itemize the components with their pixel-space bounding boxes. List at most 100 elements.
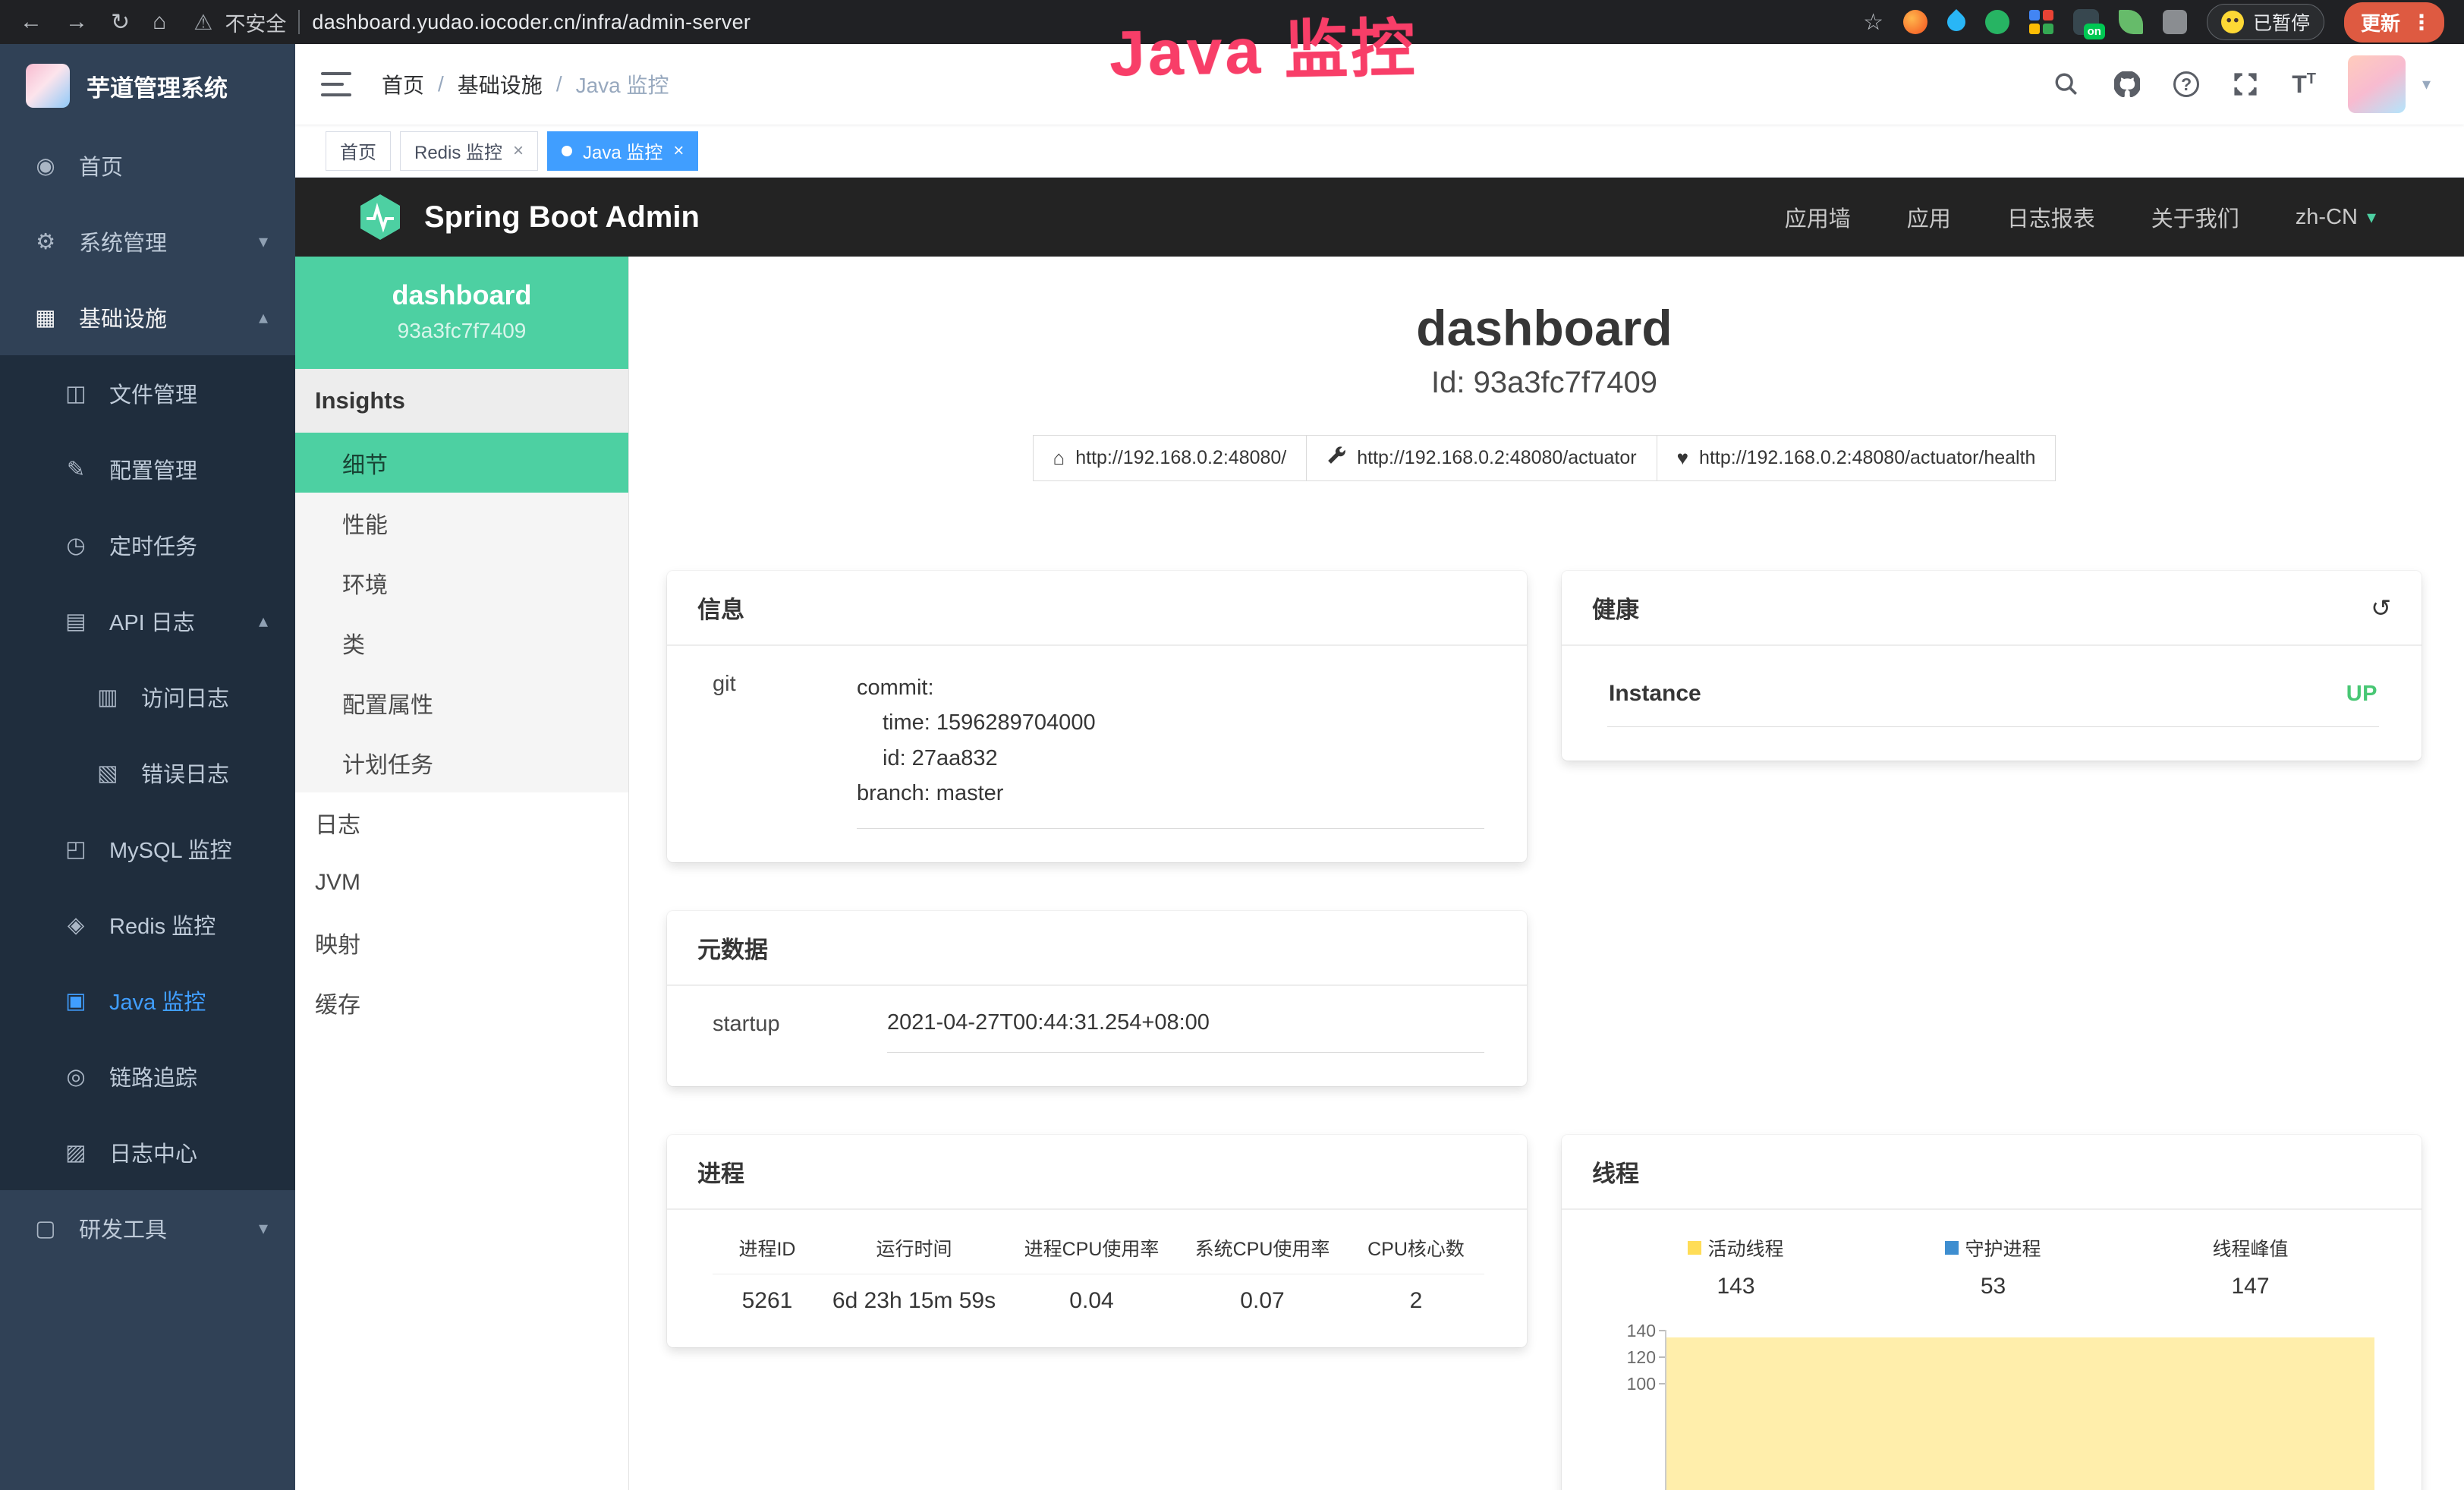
main-row: 芋道管理系统 ◉ 首页 ⚙ 系统管理 ▾ ▦ 基础设施 ▴ ◫ 文件管理 (0, 44, 2464, 1490)
page-title: dashboard (667, 299, 2422, 357)
security-warning-label: 不安全 (225, 8, 286, 37)
sba-brand-title[interactable]: Spring Boot Admin (424, 200, 700, 235)
sidebar-item-config[interactable]: ✎ 配置管理 (0, 431, 295, 507)
process-card-body: 进程ID 运行时间 进程CPU使用率 系统CPU使用率 CPU核心数 5261 … (667, 1210, 1527, 1347)
fullscreen-icon[interactable] (2231, 70, 2260, 99)
sidebar-item-file[interactable]: ◫ 文件管理 (0, 355, 295, 431)
sba-item-mappings[interactable]: 映射 (295, 912, 628, 972)
content-column: 首页 / 基础设施 / Java 监控 ? TT (295, 44, 2464, 1490)
instance-link-actuator[interactable]: http://192.168.0.2:48080/actuator (1306, 435, 1657, 481)
font-size-icon[interactable]: TT (2292, 71, 2316, 99)
threads-card-title: 线程 (1562, 1135, 2422, 1210)
menu-label: 配置管理 (109, 453, 197, 485)
breadcrumb-home[interactable]: 首页 (382, 69, 424, 99)
instance-name: dashboard (303, 279, 621, 311)
sba-item-details[interactable]: 细节 (295, 433, 628, 493)
help-icon[interactable]: ? (2173, 71, 2199, 97)
instance-link-health[interactable]: ♥ http://192.168.0.2:48080/actuator/heal… (1657, 435, 2056, 481)
tab-java-monitor[interactable]: Java 监控 × (547, 131, 698, 171)
address-bar[interactable]: ⚠ 不安全 dashboard.yudao.iocoder.cn/infra/a… (194, 8, 751, 37)
sidebar-item-java[interactable]: ▣ Java 监控 (0, 962, 295, 1038)
health-card-body: Instance UP (1562, 646, 2422, 761)
extension-leaf-icon[interactable] (2119, 10, 2143, 34)
tab-label: Redis 监控 (414, 137, 502, 164)
sidebar-item-errorlog[interactable]: ▧ 错误日志 (0, 735, 295, 811)
sidebar-item-system[interactable]: ⚙ 系统管理 ▾ (0, 203, 295, 279)
tab-redis-monitor[interactable]: Redis 监控 × (400, 131, 538, 171)
sba-body: dashboard 93a3fc7f7409 Insights 细节 性能 环境… (295, 257, 2464, 1490)
legend-label: 守护进程 (1965, 1234, 2041, 1262)
menu-label: 访问日志 (141, 681, 229, 713)
instance-links: ⌂ http://192.168.0.2:48080/ http://192.1… (667, 435, 2422, 481)
health-instance-row[interactable]: Instance UP (1607, 670, 2379, 727)
health-status-badge: UP (2346, 682, 2377, 707)
page-subtitle: Id: 93a3fc7f7409 (667, 366, 2422, 400)
chrome-menu-kebab-icon[interactable]: ⋮ (2411, 10, 2432, 35)
extension-orange-icon[interactable] (1903, 10, 1927, 34)
profile-paused-badge[interactable]: 已暂停 (2207, 4, 2324, 40)
breadcrumb-infra[interactable]: 基础设施 (458, 69, 543, 99)
sidebar-item-redis[interactable]: ◈ Redis 监控 (0, 887, 295, 962)
sba-nav-about[interactable]: 关于我们 (2151, 201, 2239, 233)
extension-apps-grid-icon[interactable] (2029, 10, 2053, 34)
home-icon[interactable]: ⌂ (153, 9, 166, 35)
sidebar-item-infra[interactable]: ▦ 基础设施 ▴ (0, 279, 295, 355)
back-icon[interactable]: ← (20, 9, 42, 35)
sba-item-classes[interactable]: 类 (295, 613, 628, 673)
sba-item-metrics[interactable]: 性能 (295, 493, 628, 553)
url-text[interactable]: dashboard.yudao.iocoder.cn/infra/admin-s… (312, 11, 751, 34)
sba-item-jvm[interactable]: JVM (295, 852, 628, 912)
sidebar-item-apilog[interactable]: ▤ API 日志 ▴ (0, 583, 295, 659)
sba-nav: 应用墙 应用 日志报表 关于我们 zh-CN ▾ (1785, 201, 2376, 233)
sidebar-item-trace[interactable]: ◎ 链路追踪 (0, 1038, 295, 1114)
instance-link-home[interactable]: ⌂ http://192.168.0.2:48080/ (1033, 435, 1308, 481)
sidebar-item-devtool[interactable]: ▢ 研发工具 ▾ (0, 1190, 295, 1266)
extension-drop-icon[interactable] (1943, 9, 1969, 35)
history-icon[interactable]: ↺ (2371, 594, 2391, 622)
edit-icon: ✎ (62, 456, 90, 483)
sba-item-configprops[interactable]: 配置属性 (295, 673, 628, 732)
breadcrumb: 首页 / 基础设施 / Java 监控 (382, 69, 669, 99)
tab-home[interactable]: 首页 (326, 131, 391, 171)
reload-icon[interactable]: ↻ (111, 9, 130, 36)
bookmark-star-icon[interactable]: ☆ (1863, 9, 1883, 36)
extension-switch-on-icon[interactable]: on (2073, 9, 2099, 35)
forward-icon[interactable]: → (65, 9, 88, 35)
breadcrumb-current: Java 监控 (576, 69, 669, 99)
sba-locale-select[interactable]: zh-CN ▾ (2296, 205, 2376, 230)
sidebar-item-job[interactable]: ◷ 定时任务 (0, 507, 295, 583)
menu-label: Redis 监控 (109, 909, 216, 940)
tab-close-icon[interactable]: × (673, 140, 684, 162)
extension-green-icon[interactable] (1985, 10, 2009, 34)
github-icon[interactable] (2113, 70, 2141, 99)
admin-sidebar: 芋道管理系统 ◉ 首页 ⚙ 系统管理 ▾ ▦ 基础设施 ▴ ◫ 文件管理 (0, 44, 295, 1490)
search-icon[interactable] (2052, 70, 2081, 99)
avatar-caret-icon[interactable]: ▾ (2422, 74, 2431, 94)
sba-item-environment[interactable]: 环境 (295, 553, 628, 613)
insights-group: 细节 性能 环境 类 配置属性 计划任务 (295, 433, 628, 792)
sba-nav-journal[interactable]: 日志报表 (2007, 201, 2095, 233)
sba-item-caches[interactable]: 缓存 (295, 972, 628, 1032)
home-icon: ⌂ (1053, 446, 1065, 470)
sba-item-logs[interactable]: 日志 (295, 792, 628, 852)
chrome-update-button[interactable]: 更新 ⋮ (2344, 2, 2444, 43)
metadata-value: 2021-04-27T00:44:31.254+08:00 (887, 1010, 1484, 1053)
sidebar-item-home[interactable]: ◉ 首页 (0, 128, 295, 203)
sba-nav-wallboard[interactable]: 应用墙 (1785, 201, 1851, 233)
hamburger-icon[interactable] (321, 72, 351, 96)
system-cpu: 0.07 (1177, 1274, 1348, 1314)
extensions-puzzle-icon[interactable] (2163, 10, 2187, 34)
user-avatar[interactable] (2348, 55, 2406, 113)
info-card: 信息 git commit: time: 1596289704000 id: 2… (667, 571, 1527, 862)
sba-nav-applications[interactable]: 应用 (1907, 201, 1951, 233)
info-value: commit: time: 1596289704000 id: 27aa832 … (857, 670, 1484, 829)
app-logo[interactable]: 芋道管理系统 (0, 44, 295, 128)
info-key: git (713, 670, 857, 829)
sidebar-item-mysql[interactable]: ◰ MySQL 监控 (0, 811, 295, 887)
sba-item-scheduledtasks[interactable]: 计划任务 (295, 732, 628, 792)
menu-label: 基础设施 (79, 301, 167, 333)
security-warning-icon[interactable]: ⚠ (194, 10, 212, 35)
sidebar-item-logcenter[interactable]: ▨ 日志中心 (0, 1114, 295, 1190)
sidebar-item-accesslog[interactable]: ▥ 访问日志 (0, 659, 295, 735)
tab-close-icon[interactable]: × (513, 140, 524, 162)
